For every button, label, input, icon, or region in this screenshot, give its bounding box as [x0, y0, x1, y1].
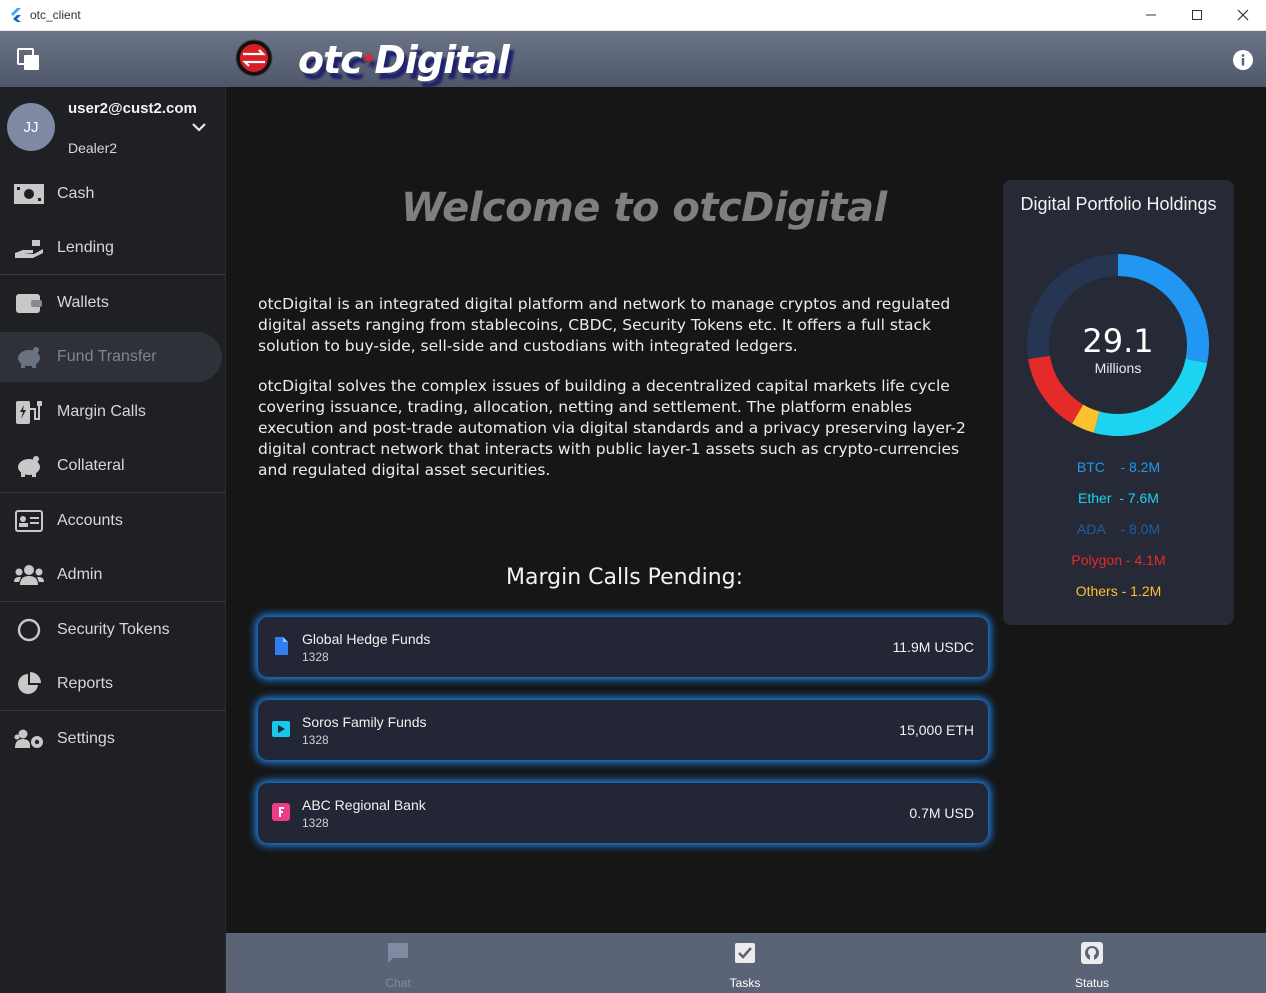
divider: [0, 274, 226, 275]
sidebar-item-margin-calls[interactable]: Margin Calls: [0, 387, 222, 437]
id-card-icon: [14, 508, 44, 534]
play-icon: [272, 721, 290, 737]
maximize-button[interactable]: [1174, 0, 1220, 30]
app-bar: otc*Digital: [0, 31, 1266, 87]
chat-icon: [388, 943, 408, 963]
sidebar: JJ user2@cust2.com Dealer2 Cash Lending …: [0, 87, 226, 993]
charging-station-icon: [14, 399, 44, 425]
sidebar-item-cash[interactable]: Cash: [0, 169, 222, 219]
portfolio-unit: Millions: [1095, 360, 1142, 376]
tab-status[interactable]: Status: [1052, 941, 1132, 990]
info-icon[interactable]: [1232, 49, 1254, 71]
margin-call-card[interactable]: Soros Family Funds 1328 15,000 ETH: [258, 700, 988, 760]
sidebar-item-wallets[interactable]: Wallets: [0, 278, 222, 328]
flash-doc-icon: [272, 803, 290, 821]
divider: [0, 601, 226, 602]
user-account-header[interactable]: JJ user2@cust2.com Dealer2: [0, 87, 226, 157]
cash-icon: [14, 181, 44, 207]
margin-calls-title: Margin Calls Pending:: [506, 565, 744, 590]
close-button[interactable]: [1220, 0, 1266, 30]
sidebar-item-accounts[interactable]: Accounts: [0, 496, 222, 546]
page-title: Welcome to otcDigital: [401, 185, 887, 231]
flutter-icon: [11, 8, 21, 22]
checkbox-icon: [735, 943, 755, 963]
sidebar-item-fund-transfer[interactable]: Fund Transfer: [0, 332, 222, 382]
sidebar-item-admin[interactable]: Admin: [0, 550, 222, 600]
legend-item-polygon: Polygon - 4.1M: [1071, 552, 1166, 568]
wallet-icon: [14, 290, 44, 316]
copy-windows-icon[interactable]: [17, 48, 41, 72]
margin-call-card[interactable]: ABC Regional Bank 1328 0.7M USD: [258, 783, 988, 843]
users-cog-icon: [14, 726, 44, 752]
sidebar-item-reports[interactable]: Reports: [0, 659, 222, 709]
divider: [0, 710, 226, 711]
tab-tasks[interactable]: Tasks: [705, 941, 785, 990]
margin-call-card[interactable]: Global Hedge Funds 1328 11.9M USDC: [258, 617, 988, 677]
document-icon: [275, 637, 288, 655]
legend-item-btc: BTC - 8.2M: [1076, 459, 1161, 475]
window-titlebar: otc_client: [0, 0, 1266, 31]
portfolio-donut-chart: 29.1 Millions: [1027, 254, 1209, 436]
sidebar-item-collateral[interactable]: Collateral: [0, 441, 222, 491]
piggy-bank-icon: [14, 453, 44, 479]
circle-icon: [14, 617, 44, 643]
donut-slice-polygon: [1028, 355, 1084, 424]
user-role: Dealer2: [68, 140, 118, 156]
tab-chat[interactable]: Chat: [358, 941, 438, 990]
chevron-down-icon[interactable]: [191, 119, 207, 135]
portfolio-title: Digital Portfolio Holdings: [1020, 194, 1217, 214]
legend-item-others: Others - 1.2M: [1075, 583, 1162, 599]
minimize-icon: [1146, 14, 1156, 16]
donut-slice-others: [1072, 404, 1100, 433]
github-icon: [1081, 942, 1103, 964]
brand-title: otc*Digital: [298, 38, 510, 82]
sidebar-item-security-tokens[interactable]: Security Tokens: [0, 605, 222, 655]
main-content: Welcome to otcDigital otcDigital is an i…: [226, 87, 1266, 933]
user-email: user2@cust2.com: [68, 100, 197, 117]
legend-item-ada: ADA - 8.0M: [1076, 521, 1161, 537]
window-title: otc_client: [30, 8, 81, 22]
divider: [0, 492, 226, 493]
piggy-bank-icon: [14, 344, 44, 370]
legend-item-ether: Ether - 7.6M: [1078, 490, 1159, 506]
logo-icon: [235, 39, 273, 77]
hand-coin-icon: [14, 235, 44, 261]
description-paragraph: otcDigital solves the complex issues of …: [258, 377, 966, 479]
portfolio-total: 29.1: [1082, 322, 1153, 360]
maximize-icon: [1192, 10, 1202, 20]
users-icon: [14, 562, 44, 588]
intro-paragraph: otcDigital is an integrated digital plat…: [258, 295, 951, 355]
minimize-button[interactable]: [1128, 0, 1174, 30]
bottom-navigation-bar: Chat Tasks Status: [226, 933, 1266, 993]
sidebar-item-settings[interactable]: Settings: [0, 714, 222, 764]
portfolio-holdings-card: Digital Portfolio Holdings 29.1 Millions…: [1003, 180, 1234, 625]
avatar[interactable]: JJ: [7, 103, 55, 151]
sidebar-item-lending[interactable]: Lending: [0, 223, 222, 273]
close-icon: [1237, 9, 1249, 21]
pie-chart-icon: [14, 671, 44, 697]
